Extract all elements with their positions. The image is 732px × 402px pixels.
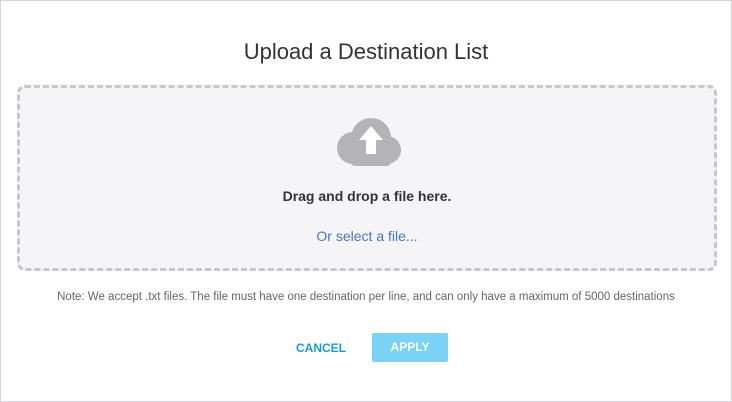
cancel-button[interactable]: CANCEL (289, 337, 353, 359)
file-requirements-note: Note: We accept .txt files. The file mus… (57, 291, 675, 303)
apply-button[interactable]: APPLY (372, 333, 448, 362)
dialog-title: Upload a Destination List (243, 39, 489, 64)
drag-drop-instruction: Drag and drop a file here. (282, 188, 452, 204)
upload-destination-dialog: Upload a Destination List Drag and drop … (0, 0, 732, 402)
cloud-upload-icon (337, 118, 401, 166)
file-dropzone[interactable]: Drag and drop a file here. Or select a f… (17, 85, 717, 271)
select-file-link[interactable]: Or select a file... (20, 228, 714, 244)
